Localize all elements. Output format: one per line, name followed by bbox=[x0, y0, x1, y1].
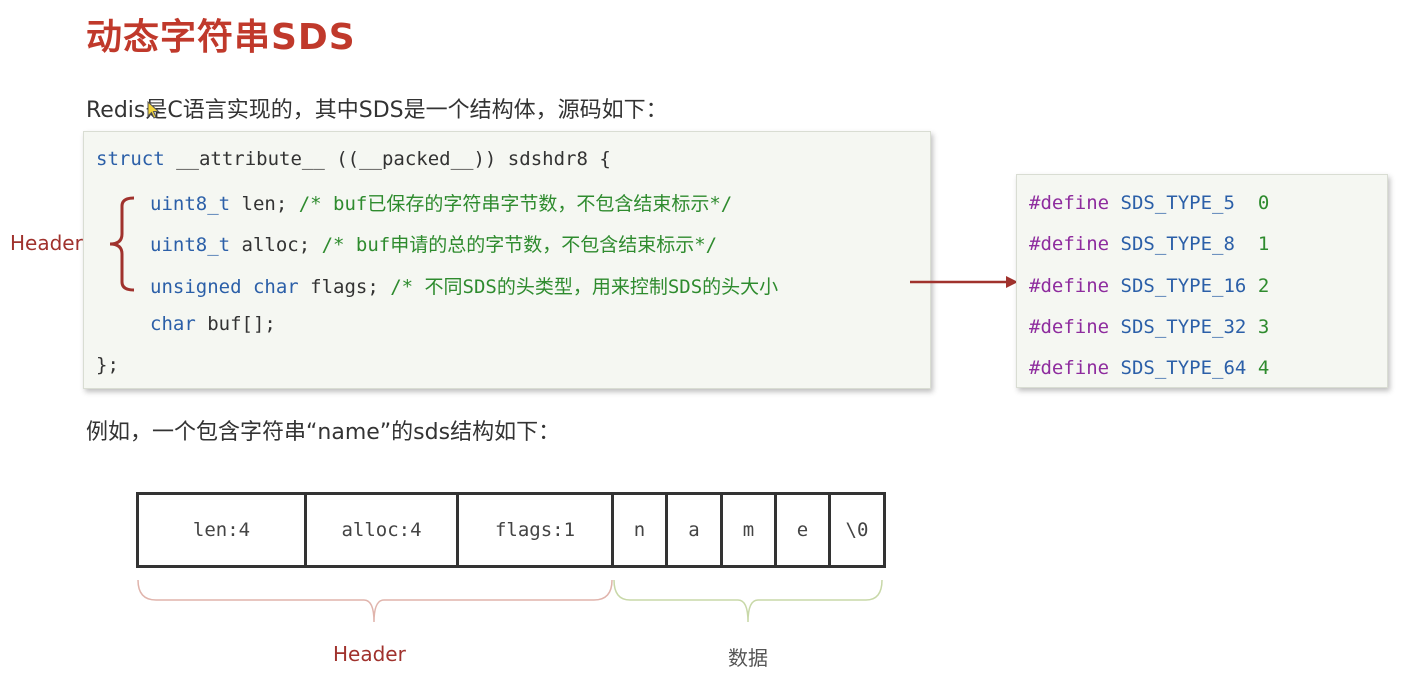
sds-cell-len: len:4 bbox=[139, 495, 307, 565]
code-line-buf: char buf[]; bbox=[150, 313, 276, 335]
header-label: Header bbox=[10, 231, 83, 255]
code-comment: /* buf已保存的字符串字节数，不包含结束标示*/ bbox=[298, 193, 733, 215]
sds-cell-char: e bbox=[777, 495, 831, 565]
code-line-len: uint8_t len; /* buf已保存的字符串字节数，不包含结束标示*/ bbox=[150, 189, 732, 216]
code-text: len; bbox=[230, 193, 299, 215]
define-line: #define SDS_TYPE_64 4 bbox=[1029, 357, 1269, 379]
sds-cell-null: \0 bbox=[845, 519, 869, 541]
define-name: SDS_TYPE_8 bbox=[1120, 233, 1247, 255]
define-value: 0 bbox=[1257, 192, 1270, 214]
define-name: SDS_TYPE_16 bbox=[1120, 275, 1247, 297]
mouse-cursor-icon bbox=[147, 101, 160, 119]
define-value: 2 bbox=[1257, 275, 1270, 297]
sds-cell-char: m bbox=[723, 495, 777, 565]
code-keyword: uint8_t bbox=[150, 234, 231, 256]
define-keyword: #define bbox=[1029, 316, 1110, 338]
define-value: 1 bbox=[1257, 233, 1270, 255]
define-line: #define SDS_TYPE_8 1 bbox=[1029, 233, 1269, 255]
define-keyword: #define bbox=[1029, 357, 1110, 379]
define-line: #define SDS_TYPE_32 3 bbox=[1029, 316, 1269, 338]
code-text: __attribute__ ((__packed__)) sdshdr8 { bbox=[164, 148, 611, 170]
sds-type-defines-block: #define SDS_TYPE_5 0 #define SDS_TYPE_8 … bbox=[1016, 174, 1388, 388]
code-line-flags: unsigned char flags; /* 不同SDS的头类型，用来控制SD… bbox=[150, 272, 778, 299]
code-comment: /* buf申请的总的字节数，不包含结束标示*/ bbox=[321, 234, 718, 256]
code-keyword: uint8_t bbox=[150, 193, 231, 215]
header-bottom-brace-icon bbox=[137, 579, 613, 623]
intro-text: Redis是C语言实现的，其中SDS是一个结构体，源码如下： bbox=[86, 98, 668, 123]
define-name: SDS_TYPE_32 bbox=[1120, 316, 1247, 338]
code-text: alloc; bbox=[230, 234, 322, 256]
define-keyword: #define bbox=[1029, 233, 1110, 255]
sds-cell-char: a bbox=[668, 495, 723, 565]
code-line-close: }; bbox=[96, 354, 119, 376]
define-keyword: #define bbox=[1029, 275, 1110, 297]
define-name: SDS_TYPE_5 bbox=[1120, 192, 1247, 214]
code-comment: /* 不同SDS的头类型，用来控制SDS的头大小 bbox=[390, 276, 779, 298]
code-text: buf[]; bbox=[195, 313, 276, 335]
sds-cell-flags: flags:1 bbox=[459, 495, 614, 565]
header-brace-icon bbox=[109, 196, 135, 292]
code-line-alloc: uint8_t alloc; /* buf申请的总的字节数，不包含结束标示*/ bbox=[150, 230, 717, 257]
define-value: 3 bbox=[1257, 316, 1270, 338]
define-line: #define SDS_TYPE_16 2 bbox=[1029, 275, 1269, 297]
sds-cell-alloc: alloc:4 bbox=[307, 495, 459, 565]
code-keyword: char bbox=[150, 313, 196, 335]
struct-code-block: struct __attribute__ ((__packed__)) sdsh… bbox=[83, 131, 931, 389]
data-bottom-brace-icon bbox=[613, 579, 883, 623]
sds-cell-char: n bbox=[614, 495, 668, 565]
arrow-right-icon bbox=[910, 276, 1018, 288]
define-name: SDS_TYPE_64 bbox=[1120, 357, 1247, 379]
define-line: #define SDS_TYPE_5 0 bbox=[1029, 192, 1269, 214]
define-keyword: #define bbox=[1029, 192, 1110, 214]
bottom-data-label: 数据 bbox=[728, 646, 768, 670]
code-text: flags; bbox=[298, 276, 391, 298]
sds-structure-diagram: len:4 alloc:4 flags:1 n a m e \0 bbox=[136, 492, 886, 568]
page-title: 动态字符串SDS bbox=[86, 17, 356, 58]
code-keyword: struct bbox=[96, 148, 165, 170]
code-keyword: unsigned char bbox=[150, 276, 299, 298]
bottom-header-label: Header bbox=[333, 642, 406, 666]
define-value: 4 bbox=[1257, 357, 1270, 379]
example-text: 例如，一个包含字符串“name”的sds结构如下： bbox=[86, 420, 561, 445]
code-line-struct: struct __attribute__ ((__packed__)) sdsh… bbox=[96, 148, 611, 170]
